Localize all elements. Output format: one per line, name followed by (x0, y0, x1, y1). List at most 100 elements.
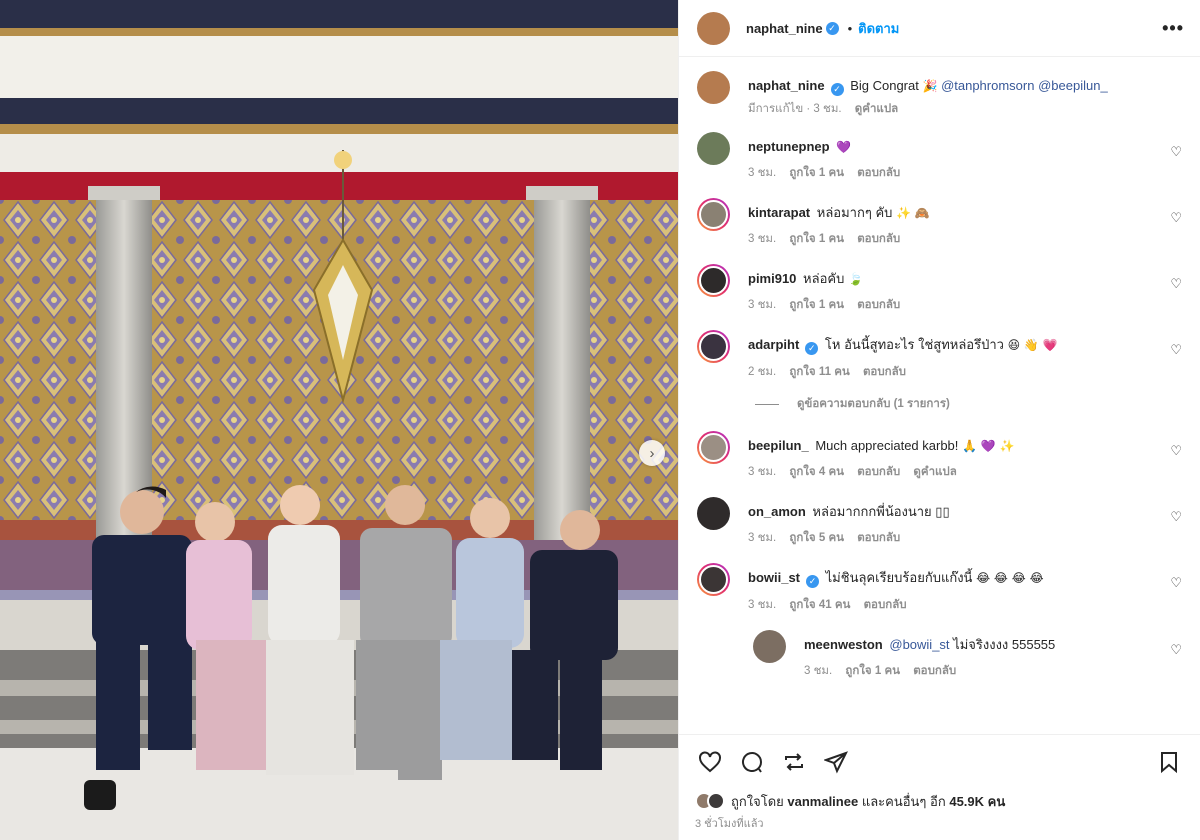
avatar[interactable] (697, 431, 730, 464)
heart-icon[interactable]: ♡ (1170, 509, 1182, 525)
send-icon[interactable] (821, 747, 851, 777)
verified-badge-icon: ✓ (806, 575, 820, 588)
heart-icon[interactable]: ♡ (1170, 642, 1182, 658)
translate-button[interactable]: ดูคำแปล (913, 466, 956, 478)
reply-button[interactable]: ตอบกลับ (863, 366, 906, 378)
reply-item: meenweston @bowii_st ไม่จริงงงง 555555 3… (753, 630, 1184, 680)
comment-username[interactable]: meenweston (804, 637, 883, 652)
comment-item: pimi910 หล่อคับ 🍃 3 ชม. ถูกใจ 1 คน ตอบกล… (697, 264, 1184, 314)
comment-time: 3 ชม. (748, 167, 777, 179)
comment-emoji: 🍃 (847, 272, 863, 286)
avatar[interactable] (697, 264, 730, 297)
caption-username[interactable]: naphat_nine (748, 78, 825, 93)
comment-likes[interactable]: ถูกใจ 4 คน (789, 466, 844, 478)
avatar[interactable] (697, 198, 730, 231)
avatar[interactable] (697, 132, 730, 165)
liker-username[interactable]: vanmalinee (787, 794, 858, 809)
comment-emoji: 💜 (836, 140, 852, 154)
comment-username[interactable]: neptunepnep (748, 139, 830, 154)
comment-text: ไม่จริงงงง 555555 (953, 637, 1056, 652)
avatar[interactable] (753, 630, 786, 663)
comment-item: beepilun_ Much appreciated karbb! 🙏 💜 ✨ … (697, 431, 1184, 481)
comment-time: 2 ชม. (748, 366, 777, 378)
comment-likes[interactable]: ถูกใจ 1 คน (845, 665, 900, 677)
comment-text: Much appreciated karbb! (815, 438, 959, 453)
verified-badge-icon: ✓ (830, 83, 844, 96)
translate-button[interactable]: ดูคำแปล (855, 103, 898, 115)
avatar[interactable] (697, 563, 730, 596)
author-avatar[interactable] (697, 11, 730, 45)
party-emoji: 🎉 (922, 79, 938, 93)
comment-username[interactable]: kintarapat (748, 205, 810, 220)
view-replies-button[interactable]: ดูข้อความตอบกลับ (1 รายการ) (755, 395, 1184, 413)
reply-button[interactable]: ตอบกลับ (857, 233, 900, 245)
likes-prefix: ถูกใจโดย (731, 793, 784, 809)
follow-button[interactable]: ติดตาม (858, 18, 899, 39)
post-photo[interactable]: › (0, 0, 678, 840)
comment-username[interactable]: on_amon (748, 504, 806, 519)
comment-icon[interactable] (737, 747, 767, 777)
more-options-icon[interactable]: ••• (1162, 18, 1184, 39)
reply-button[interactable]: ตอบกลับ (857, 466, 900, 478)
comment-time: 3 ชม. (748, 233, 777, 245)
chevron-right-icon[interactable]: › (639, 440, 665, 466)
likes-count[interactable]: 45.9K (949, 794, 984, 809)
mention-link[interactable]: @beepilun_ (1038, 78, 1108, 93)
liker-avatars (695, 792, 725, 810)
comment-emoji: 😂 😂 😂 😂 (976, 571, 1044, 585)
post-header: naphat_nine ✓ • ติดตาม ••• (679, 0, 1200, 57)
avatar[interactable] (697, 497, 730, 530)
comment-item: neptunepnep 💜 3 ชม. ถูกใจ 1 คน ตอบกลับ ♡ (697, 132, 1184, 182)
comment-text: หล่อมากกกพี่น้องนาย (812, 504, 932, 519)
likes-summary: ถูกใจโดย vanmalinee และคนอื่นๆ อีก 45.9K… (679, 788, 1200, 814)
mention-link[interactable]: @tanphromsorn (941, 78, 1034, 93)
repost-icon[interactable] (779, 747, 809, 777)
comment-text: หล่อคับ (803, 271, 845, 286)
mention-link[interactable]: @bowii_st (889, 637, 949, 652)
reply-button[interactable]: ตอบกลับ (857, 532, 900, 544)
view-replies-label: ดูข้อความตอบกลับ (1 รายการ) (797, 398, 950, 410)
avatar (707, 792, 725, 810)
verified-badge-icon: ✓ (805, 342, 819, 355)
heart-icon[interactable] (695, 747, 725, 777)
comment-item: adarpiht ✓ โห อันนี้สูทอะไร ใช่สูทหล่อรึป… (697, 330, 1184, 381)
caption: naphat_nine ✓ Big Congrat 🎉 @tanphromsorn… (697, 71, 1184, 118)
avatar[interactable] (697, 71, 730, 104)
separator-dot: • (847, 20, 853, 36)
comment-item: kintarapat หล่อมากๆ คับ ✨ 🙈 3 ชม. ถูกใจ … (697, 198, 1184, 248)
verified-badge-icon: ✓ (825, 21, 839, 35)
heart-icon[interactable]: ♡ (1170, 210, 1182, 226)
comment-text: โห อันนี้สูทอะไร ใช่สูทหล่อรึป่าว (824, 337, 1004, 352)
reply-button[interactable]: ตอบกลับ (913, 665, 956, 677)
comment-likes[interactable]: ถูกใจ 1 คน (789, 233, 844, 245)
heart-icon[interactable]: ♡ (1170, 443, 1182, 459)
comment-likes[interactable]: ถูกใจ 41 คน (789, 599, 850, 611)
comment-username[interactable]: beepilun_ (748, 438, 809, 453)
comments-list[interactable]: naphat_nine ✓ Big Congrat 🎉 @tanphromsorn… (679, 57, 1200, 734)
replies-divider (755, 403, 779, 405)
comment-username[interactable]: bowii_st (748, 570, 800, 585)
reply-button[interactable]: ตอบกลับ (864, 599, 907, 611)
comment-emoji: ✨ 🙈 (896, 206, 930, 220)
reply-button[interactable]: ตอบกลับ (857, 167, 900, 179)
post-time: 3 ชั่วโมงที่แล้ว (695, 818, 764, 830)
heart-icon[interactable]: ♡ (1170, 144, 1182, 160)
comment-username[interactable]: pimi910 (748, 271, 796, 286)
reply-button[interactable]: ตอบกลับ (857, 299, 900, 311)
comment-time: 3 ชม. (748, 299, 777, 311)
comment-time: 3 ชม. (748, 532, 777, 544)
avatar[interactable] (697, 330, 730, 363)
post-image (0, 0, 678, 840)
action-bar (679, 734, 1200, 788)
heart-icon[interactable]: ♡ (1170, 276, 1182, 292)
author-username[interactable]: naphat_nine (746, 21, 823, 36)
comment-likes[interactable]: ถูกใจ 11 คน (789, 366, 849, 378)
comment-likes[interactable]: ถูกใจ 1 คน (789, 299, 844, 311)
heart-icon[interactable]: ♡ (1170, 575, 1182, 591)
bookmark-icon[interactable] (1154, 747, 1184, 777)
comment-likes[interactable]: ถูกใจ 1 คน (789, 167, 844, 179)
comment-item: on_amon หล่อมากกกพี่น้องนาย ▯▯ 3 ชม. ถูก… (697, 497, 1184, 547)
comment-likes[interactable]: ถูกใจ 5 คน (789, 532, 844, 544)
comment-username[interactable]: adarpiht (748, 337, 799, 352)
heart-icon[interactable]: ♡ (1170, 342, 1182, 358)
